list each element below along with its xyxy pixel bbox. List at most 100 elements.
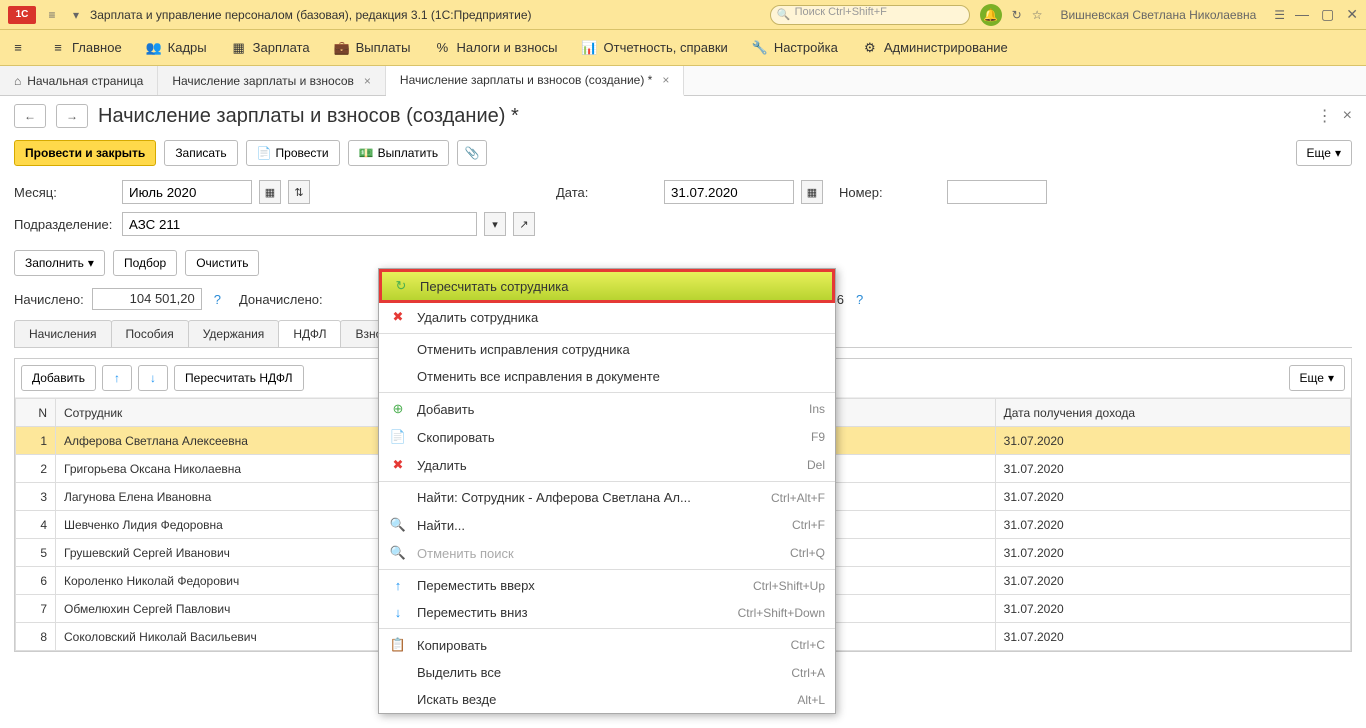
home-icon: ⌂ bbox=[14, 74, 21, 88]
context-shortcut: Ctrl+Q bbox=[790, 546, 825, 560]
mainmenu-item-6[interactable]: 🔧Настройка bbox=[752, 40, 838, 56]
context-label: Удалить сотрудника bbox=[417, 310, 538, 325]
month-stepper[interactable]: ⇅ bbox=[288, 180, 310, 204]
move-up-button[interactable]: ↑ bbox=[102, 365, 132, 391]
favorite-star-icon[interactable]: ☆ bbox=[1032, 8, 1043, 22]
context-menu-item-0[interactable]: ↻Пересчитать сотрудника bbox=[382, 272, 832, 300]
table-more-button[interactable]: Еще ▾ bbox=[1289, 365, 1345, 391]
hamburger-icon[interactable]: ≡ bbox=[42, 5, 62, 25]
nav-back-button[interactable]: ← bbox=[14, 104, 46, 128]
move-down-button[interactable]: ↓ bbox=[138, 365, 168, 391]
mainmenu-item-4[interactable]: %Налоги и взносы bbox=[434, 40, 557, 56]
date-field[interactable] bbox=[664, 180, 794, 204]
mainmenu-item-2[interactable]: ▦ Зарплата bbox=[231, 40, 310, 56]
inner-tab-1[interactable]: Пособия bbox=[111, 320, 189, 347]
context-label: Найти: Сотрудник - Алферова Светлана Ал.… bbox=[417, 490, 691, 505]
mainmenu-item-1[interactable]: 👥Кадры bbox=[146, 40, 207, 56]
context-menu-item-11[interactable]: 🔍Найти...Ctrl+F bbox=[379, 511, 835, 539]
context-menu-item-19[interactable]: Искать вездеAlt+L bbox=[379, 686, 835, 713]
cell-date: 31.07.2020 bbox=[995, 539, 1350, 567]
inner-tab-0[interactable]: Начисления bbox=[14, 320, 112, 347]
department-open-icon[interactable]: ↗ bbox=[513, 212, 535, 236]
context-menu-item-1[interactable]: ✖Удалить сотрудника bbox=[379, 303, 835, 331]
context-menu-item-6[interactable]: ⊕ДобавитьIns bbox=[379, 395, 835, 423]
context-menu-item-15[interactable]: ↓Переместить внизCtrl+Shift+Down bbox=[379, 599, 835, 626]
page-close-icon[interactable]: × bbox=[1343, 107, 1352, 125]
inner-tab-3[interactable]: НДФЛ bbox=[278, 320, 341, 347]
context-menu-item-3[interactable]: Отменить исправления сотрудника bbox=[379, 336, 835, 363]
inner-tab-2[interactable]: Удержания bbox=[188, 320, 280, 347]
pay-button[interactable]: 💵Выплатить bbox=[348, 140, 449, 166]
settings-icon[interactable]: ☰ bbox=[1274, 8, 1285, 22]
menu-label: Администрирование bbox=[884, 40, 1008, 55]
date-calendar-icon[interactable]: ▦ bbox=[801, 180, 823, 204]
tab-close-icon[interactable]: × bbox=[662, 73, 669, 87]
cell-date: 31.07.2020 bbox=[995, 567, 1350, 595]
global-search-input[interactable]: Поиск Ctrl+Shift+F bbox=[770, 5, 970, 25]
more-button[interactable]: Еще ▾ bbox=[1296, 140, 1352, 166]
context-menu-item-8[interactable]: ✖УдалитьDel bbox=[379, 451, 835, 479]
partial-help-icon[interactable]: ? bbox=[856, 292, 863, 307]
mainmenu-item-3[interactable]: 💼Выплаты bbox=[334, 40, 411, 56]
mainmenu-item-0[interactable]: ≡Главное bbox=[50, 40, 122, 56]
dropdown-arrow-icon[interactable]: ▾ bbox=[66, 5, 86, 25]
menu-label: Отчетность, справки bbox=[604, 40, 728, 55]
save-button[interactable]: Записать bbox=[164, 140, 237, 166]
menu-icon: ▦ bbox=[231, 40, 247, 56]
context-menu-item-17[interactable]: 📋КопироватьCtrl+C bbox=[379, 631, 835, 659]
context-icon: ✖ bbox=[389, 457, 407, 473]
current-user[interactable]: Вишневская Светлана Николаевна bbox=[1060, 8, 1256, 22]
cell-n: 2 bbox=[16, 455, 56, 483]
close-window-icon[interactable]: ✕ bbox=[1346, 6, 1358, 23]
page-more-icon[interactable]: ⋮ bbox=[1317, 106, 1333, 126]
tab-1[interactable]: Начисление зарплаты и взносов× bbox=[158, 66, 386, 95]
department-dropdown-icon[interactable]: ▾ bbox=[484, 212, 506, 236]
cell-n: 4 bbox=[16, 511, 56, 539]
history-icon[interactable]: ↻ bbox=[1012, 8, 1022, 22]
attach-button[interactable]: 📎 bbox=[457, 140, 487, 166]
context-menu-item-10[interactable]: Найти: Сотрудник - Алферова Светлана Ал.… bbox=[379, 484, 835, 511]
column-header[interactable]: N bbox=[16, 399, 56, 427]
recalc-ndfl-button[interactable]: Пересчитать НДФЛ bbox=[174, 365, 303, 391]
column-header[interactable]: Дата получения дохода bbox=[995, 399, 1350, 427]
accrued-help-icon[interactable]: ? bbox=[214, 292, 221, 307]
add-row-button[interactable]: Добавить bbox=[21, 365, 96, 391]
tab-0[interactable]: ⌂Начальная страница bbox=[0, 66, 158, 95]
post-and-close-button[interactable]: Провести и закрыть bbox=[14, 140, 156, 166]
context-icon: 📋 bbox=[389, 637, 407, 653]
context-icon: 🔍 bbox=[389, 517, 407, 533]
tab-2[interactable]: Начисление зарплаты и взносов (создание)… bbox=[386, 66, 684, 96]
context-menu-item-7[interactable]: 📄СкопироватьF9 bbox=[379, 423, 835, 451]
menu-label: Зарплата bbox=[253, 40, 310, 55]
tab-label: Начисление зарплаты и взносов (создание)… bbox=[400, 73, 652, 87]
month-calendar-icon[interactable]: ▦ bbox=[259, 180, 281, 204]
minimize-window-icon[interactable]: — bbox=[1295, 6, 1309, 23]
context-menu-item-14[interactable]: ↑Переместить вверхCtrl+Shift+Up bbox=[379, 572, 835, 599]
month-field[interactable] bbox=[122, 180, 252, 204]
number-field[interactable] bbox=[947, 180, 1047, 204]
clear-button[interactable]: Очистить bbox=[185, 250, 259, 276]
department-field[interactable] bbox=[122, 212, 477, 236]
tab-close-icon[interactable]: × bbox=[364, 74, 371, 88]
cell-n: 7 bbox=[16, 595, 56, 623]
select-button[interactable]: Подбор bbox=[113, 250, 177, 276]
app-title: Зарплата и управление персоналом (базова… bbox=[90, 8, 532, 22]
context-label: Пересчитать сотрудника bbox=[420, 279, 568, 294]
extra-accrued-label: Доначислено: bbox=[239, 292, 323, 307]
context-menu-item-18[interactable]: Выделить всеCtrl+A bbox=[379, 659, 835, 686]
mainmenu-item-7[interactable]: ⚙Администрирование bbox=[862, 40, 1008, 56]
context-menu-item-12: 🔍Отменить поискCtrl+Q bbox=[379, 539, 835, 567]
menu-hamburger[interactable]: ≡ bbox=[10, 40, 26, 56]
maximize-window-icon[interactable]: ▢ bbox=[1321, 6, 1334, 23]
context-label: Переместить вверх bbox=[417, 578, 535, 593]
fill-button[interactable]: Заполнить ▾ bbox=[14, 250, 105, 276]
post-button[interactable]: 📄Провести bbox=[246, 140, 340, 166]
cell-n: 5 bbox=[16, 539, 56, 567]
nav-forward-button[interactable]: → bbox=[56, 104, 88, 128]
context-label: Переместить вниз bbox=[417, 605, 528, 620]
notifications-bell-icon[interactable]: 🔔 bbox=[980, 4, 1002, 26]
mainmenu-item-5[interactable]: 📊Отчетность, справки bbox=[582, 40, 728, 56]
context-menu-item-4[interactable]: Отменить все исправления в документе bbox=[379, 363, 835, 390]
logo-1c: 1C bbox=[8, 6, 36, 24]
context-shortcut: Ctrl+Shift+Up bbox=[753, 579, 825, 593]
